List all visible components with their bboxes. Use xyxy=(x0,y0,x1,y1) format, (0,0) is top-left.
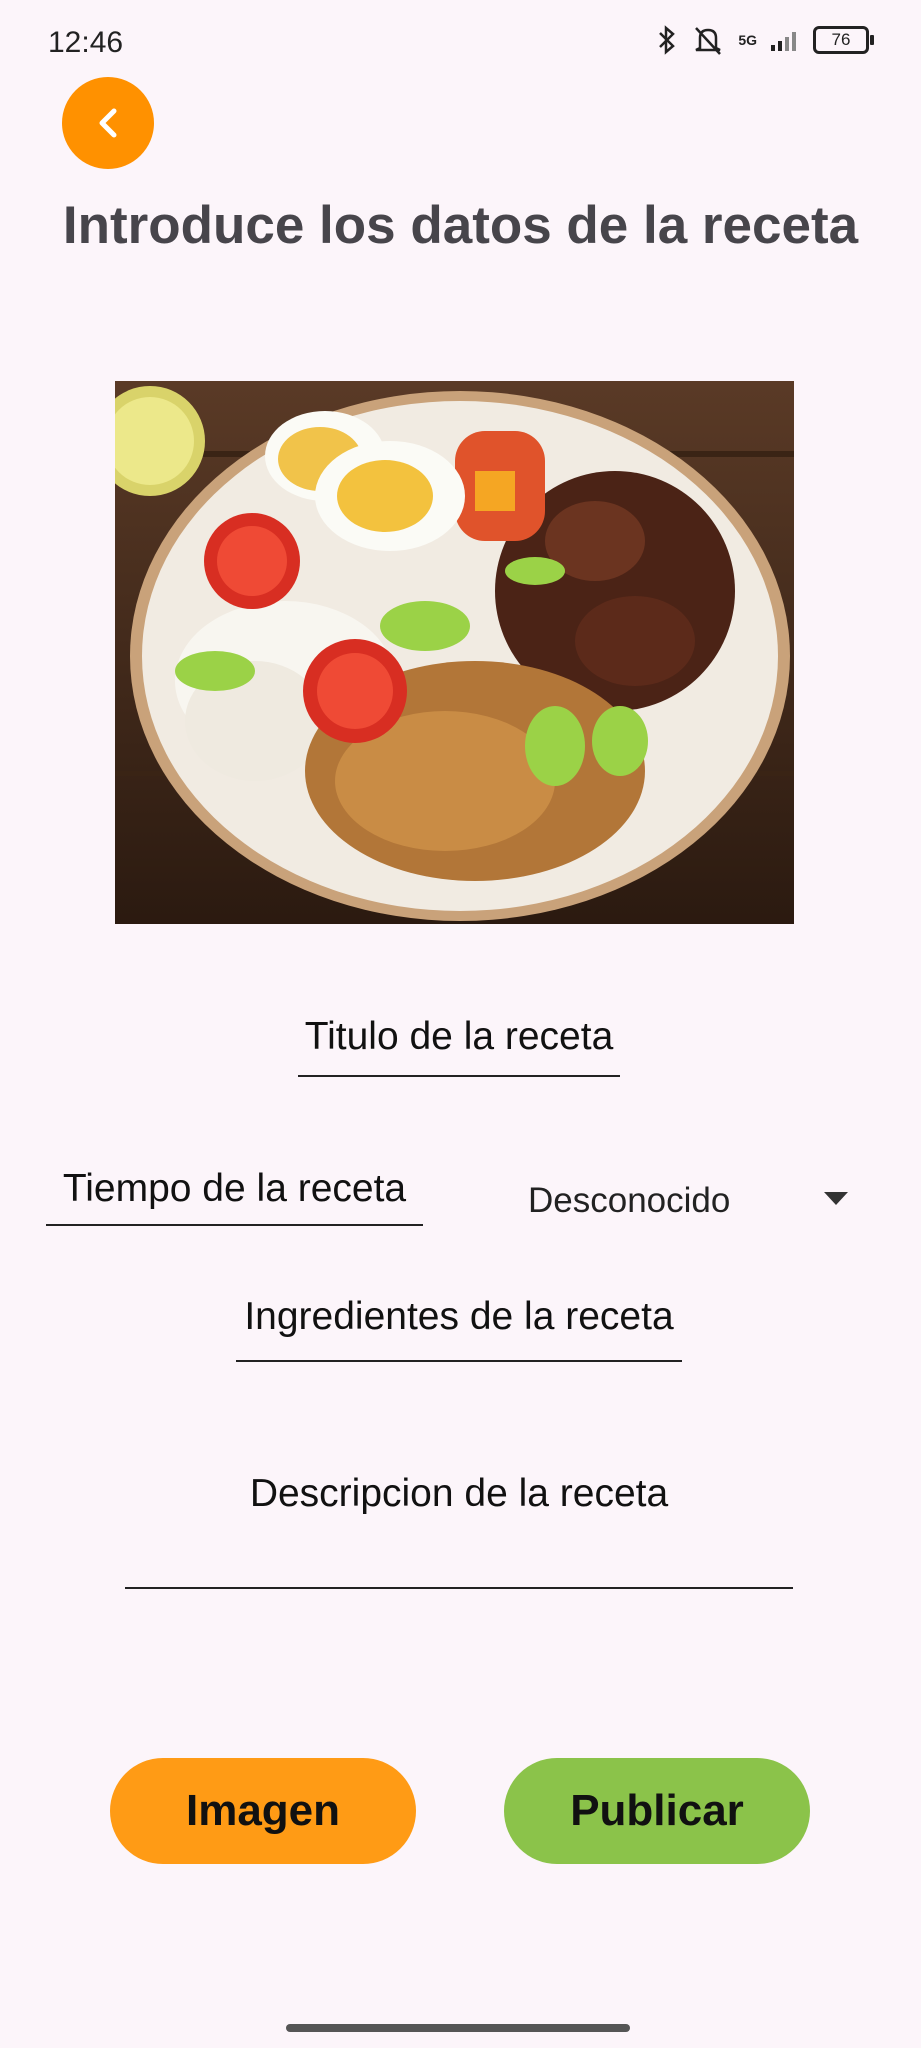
recipe-description-placeholder: Descripcion de la receta xyxy=(249,1472,669,1515)
image-button[interactable]: Imagen xyxy=(110,1758,416,1864)
home-indicator[interactable] xyxy=(286,2024,630,2032)
back-button[interactable] xyxy=(62,77,154,169)
mute-bell-icon xyxy=(695,27,722,55)
recipe-title-field[interactable]: Titulo de la receta xyxy=(298,1015,620,1077)
battery-icon: 76 xyxy=(813,26,874,54)
publish-button[interactable]: Publicar xyxy=(504,1758,810,1864)
recipe-image xyxy=(115,381,794,924)
network-label: 5G xyxy=(738,32,757,48)
recipe-ingredients-field[interactable]: Ingredientes de la receta xyxy=(236,1295,682,1362)
signal-icon xyxy=(771,32,796,51)
recipe-time-placeholder: Tiempo de la receta xyxy=(62,1167,407,1210)
dropdown-arrow-icon xyxy=(824,1192,848,1205)
bluetooth-icon xyxy=(659,25,676,55)
status-time: 12:46 xyxy=(48,26,124,59)
time-unit-dropdown[interactable]: Desconocido xyxy=(528,1170,858,1230)
recipe-ingredients-placeholder: Ingredientes de la receta xyxy=(244,1295,674,1338)
recipe-title-placeholder: Titulo de la receta xyxy=(304,1015,614,1058)
page-title: Introduce los datos de la receta xyxy=(62,196,859,255)
battery-level: 76 xyxy=(831,30,851,49)
time-unit-value: Desconocido xyxy=(528,1181,731,1220)
chevron-left-icon xyxy=(99,108,117,138)
recipe-time-field[interactable]: Tiempo de la receta xyxy=(46,1167,423,1226)
status-icons: 5G 76 xyxy=(656,24,874,56)
recipe-description-field[interactable]: Descripcion de la receta xyxy=(125,1466,793,1589)
